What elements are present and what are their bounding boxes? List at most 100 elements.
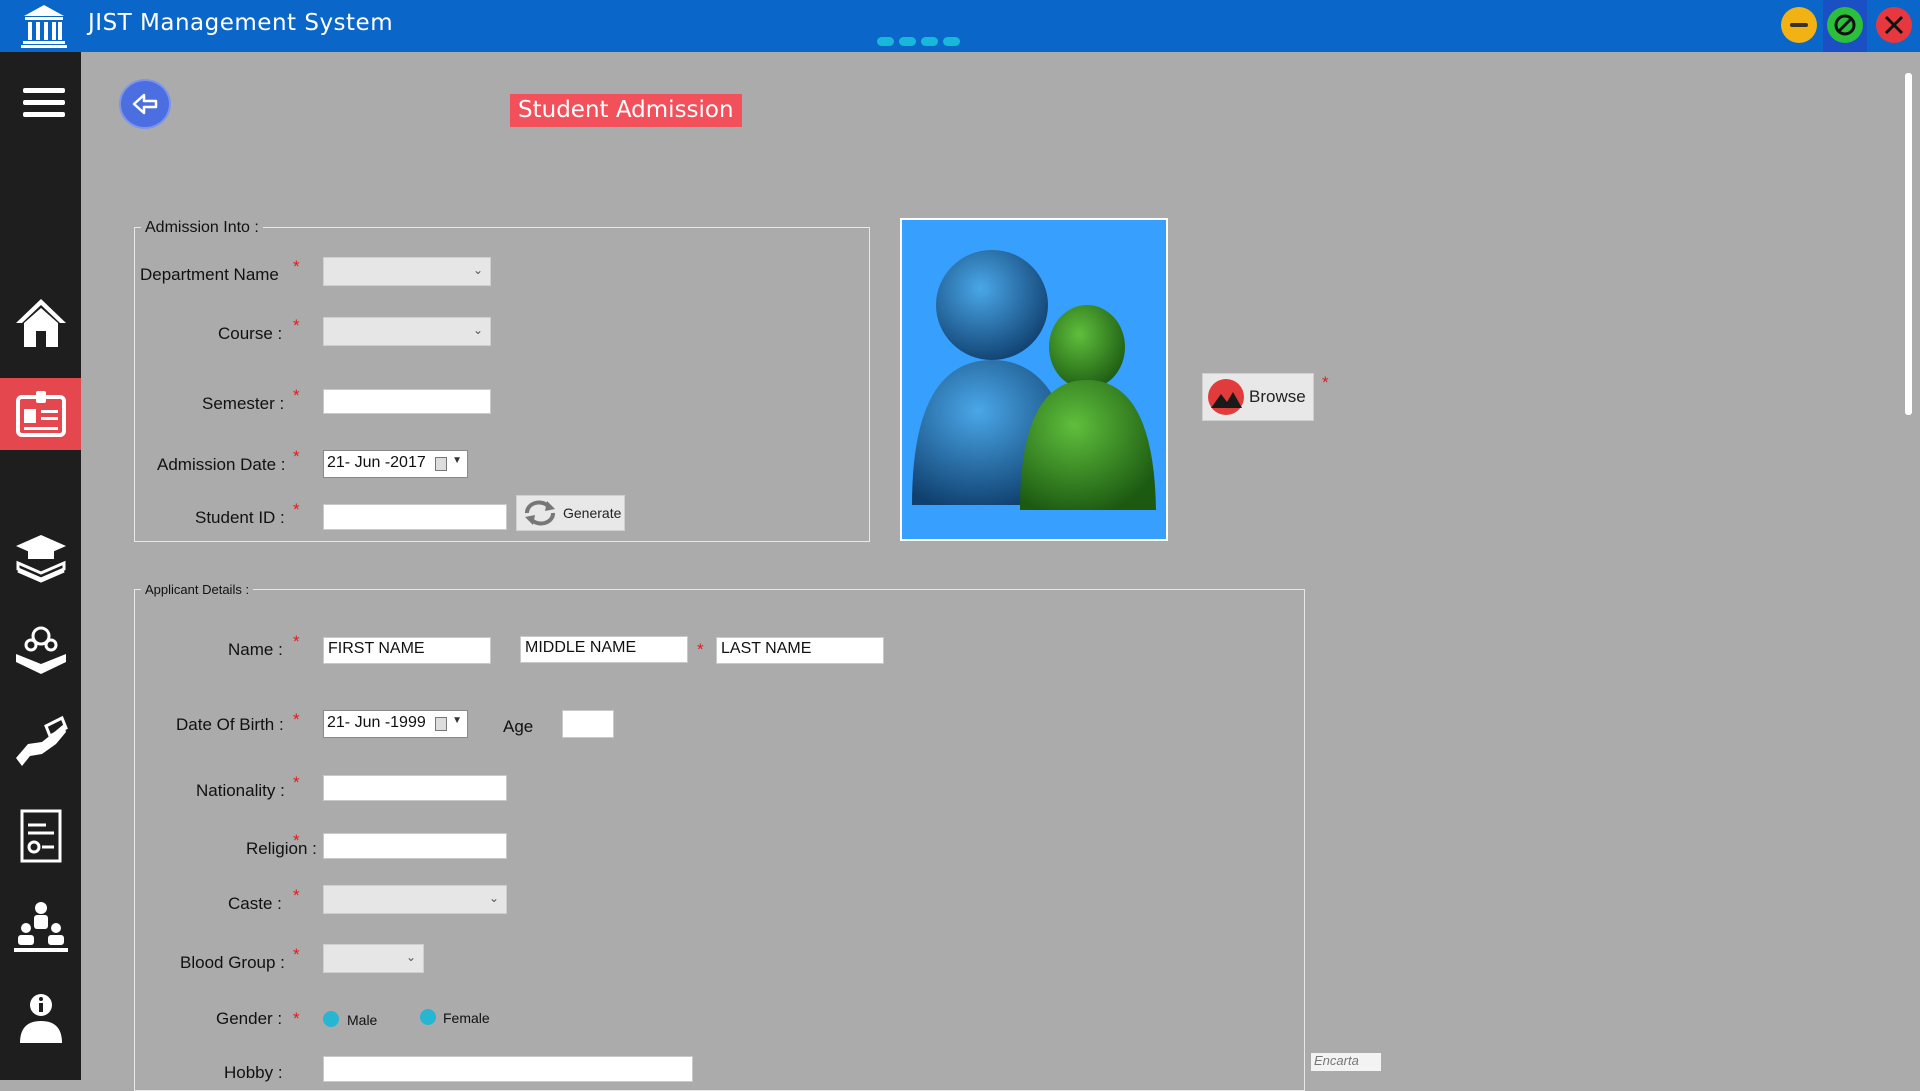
certificate-icon: [20, 809, 61, 863]
required-mark: *: [293, 386, 300, 405]
institution-logo-icon: [21, 5, 67, 48]
student-id-label: Student ID :: [195, 508, 285, 527]
required-mark: *: [1322, 373, 1329, 392]
dob-value: 21- Jun -1999: [327, 714, 426, 731]
sidebar-item-student-admission[interactable]: [0, 378, 81, 450]
id-card-icon: [15, 391, 66, 437]
chevron-down-icon: ⌄: [472, 263, 483, 277]
required-mark: *: [293, 632, 300, 651]
applicant-group-legend: Applicant Details :: [141, 582, 254, 597]
religion-label: Religion :: [246, 839, 317, 858]
semester-label: Semester :: [202, 394, 285, 413]
first-name-input[interactable]: FIRST NAME: [323, 637, 491, 664]
blood-group-select[interactable]: ⌄: [323, 944, 424, 973]
browse-button-label: Browse: [1249, 387, 1306, 406]
required-mark: *: [293, 886, 300, 905]
back-arrow-icon: [132, 93, 158, 115]
age-input[interactable]: [562, 710, 614, 738]
student-id-input[interactable]: [323, 504, 507, 530]
sidebar-item-home[interactable]: [0, 286, 81, 358]
sidebar-item-library[interactable]: [0, 615, 81, 687]
generate-button-label: Generate: [563, 505, 622, 521]
close-button[interactable]: [1876, 7, 1912, 43]
department-label: Department Name: [140, 265, 279, 284]
admission-date-value: 21- Jun -2017: [327, 454, 426, 471]
course-label: Course :: [218, 324, 283, 343]
religion-input[interactable]: [323, 833, 507, 859]
department-select[interactable]: ⌄: [323, 257, 491, 286]
sidebar-item-certificates[interactable]: [0, 800, 81, 872]
last-name-input[interactable]: LAST NAME: [716, 637, 884, 664]
name-label: Name :: [228, 640, 283, 659]
title-bar: JIST Management System: [0, 0, 1920, 52]
semester-input[interactable]: [323, 389, 491, 414]
encarta-watermark: Encarta: [1311, 1053, 1381, 1071]
hobby-input[interactable]: [323, 1056, 693, 1082]
graduation-cap-book-icon: [15, 535, 66, 583]
reading-book-icon: [15, 626, 66, 674]
back-button[interactable]: [119, 79, 171, 129]
required-mark: *: [293, 773, 300, 792]
nationality-label: Nationality :: [196, 781, 285, 800]
caste-select[interactable]: ⌄: [323, 885, 507, 914]
chevron-down-icon: ▼: [452, 715, 462, 726]
sidebar-item-courses[interactable]: [0, 522, 81, 594]
required-mark: *: [293, 831, 300, 850]
nationality-input[interactable]: [323, 775, 507, 801]
admission-date-picker[interactable]: 21- Jun -2017 ▼: [323, 450, 468, 478]
users-placeholder-icon: [912, 250, 1156, 510]
hobby-label: Hobby :: [224, 1063, 283, 1082]
generate-button[interactable]: Generate: [516, 495, 625, 531]
dob-picker[interactable]: 21- Jun -1999 ▼: [323, 710, 468, 738]
caste-label: Caste :: [228, 894, 282, 913]
minimize-button[interactable]: [1781, 7, 1817, 43]
gender-female-radio[interactable]: [420, 1009, 436, 1025]
required-mark: *: [293, 710, 300, 729]
teacher-students-icon: [13, 902, 68, 952]
middle-name-input[interactable]: MIDDLE NAME: [520, 636, 688, 663]
admission-group-legend: Admission Into :: [141, 219, 263, 237]
hand-money-icon: [15, 715, 68, 766]
app-title: JIST Management System: [88, 10, 394, 36]
required-mark: *: [293, 447, 300, 466]
calendar-icon: [435, 457, 447, 471]
dob-label: Date Of Birth :: [176, 715, 284, 734]
student-photo: [900, 218, 1168, 541]
required-mark: *: [293, 500, 300, 519]
required-mark: *: [697, 640, 704, 659]
gender-male-label: Male: [347, 1012, 378, 1028]
image-mountain-icon: [1208, 379, 1244, 415]
gender-male-radio[interactable]: [323, 1011, 339, 1027]
required-mark: *: [293, 257, 300, 276]
admission-date-label: Admission Date :: [157, 455, 286, 474]
home-icon: [15, 299, 66, 347]
loading-dots: [877, 33, 965, 51]
course-select[interactable]: ⌄: [323, 317, 491, 346]
refresh-icon: [525, 500, 555, 526]
vertical-scrollbar[interactable]: [1905, 73, 1912, 415]
calendar-icon: [435, 717, 447, 731]
hamburger-menu-icon[interactable]: [23, 88, 65, 122]
sidebar-item-classroom[interactable]: [0, 891, 81, 963]
browse-button[interactable]: Browse: [1202, 373, 1314, 421]
required-mark: *: [293, 945, 300, 964]
chevron-down-icon: ⌄: [472, 323, 483, 337]
gender-female-label: Female: [443, 1010, 490, 1026]
gender-label: Gender :: [216, 1009, 283, 1028]
close-icon: [1884, 15, 1904, 35]
required-mark: *: [293, 1009, 300, 1028]
info-person-icon: [19, 994, 62, 1043]
minimize-icon: [1790, 23, 1808, 27]
chevron-down-icon: ▼: [452, 455, 462, 466]
page-title: Student Admission: [510, 94, 742, 127]
age-label: Age: [503, 717, 534, 736]
chevron-down-icon: ⌄: [488, 891, 499, 905]
sidebar: [0, 52, 81, 1080]
blood-group-label: Blood Group :: [180, 953, 285, 972]
sidebar-item-about[interactable]: [0, 982, 81, 1054]
maximize-button[interactable]: [1823, 0, 1867, 52]
required-mark: *: [293, 316, 300, 335]
chevron-down-icon: ⌄: [405, 950, 416, 964]
sidebar-item-fees[interactable]: [0, 707, 81, 779]
maximize-icon: [1827, 7, 1863, 43]
